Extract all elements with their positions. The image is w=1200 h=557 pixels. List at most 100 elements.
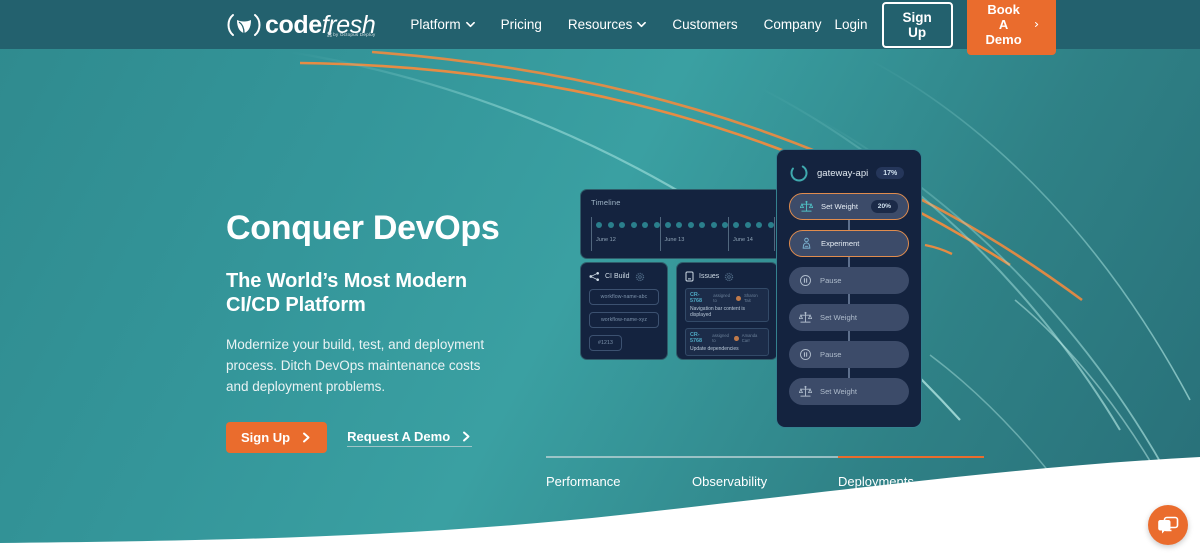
nav-item-customers[interactable]: Customers [659, 17, 750, 32]
logo-byline-text: by Octopus Deploy [333, 31, 376, 37]
gear-icon[interactable] [635, 272, 645, 282]
deployment-flow-panel[interactable]: gateway-api 17% Set Weight 20% Experimen… [776, 149, 922, 428]
timeline-segment: June 14 [728, 217, 774, 251]
scales-icon [799, 385, 812, 397]
issue-meta: assigned to [712, 333, 729, 343]
nav-item-resources[interactable]: Resources [555, 17, 660, 32]
nav-item-pricing[interactable]: Pricing [488, 17, 555, 32]
flow-step-pause-2[interactable]: Pause [789, 341, 909, 368]
codefresh-leaf-icon [226, 12, 262, 38]
flow-connector [848, 368, 850, 378]
flow-step-label: Experiment [821, 239, 860, 248]
timeline-dot [607, 222, 614, 228]
issue-header: CR-5768 assigned to Sharon Tait [690, 292, 764, 304]
workflow-chip[interactable]: workflow-name-xyz [589, 312, 659, 328]
timeline-track: June 12 June 13 June 14 June 1 [591, 217, 799, 251]
issue-text: Navigation bar content is displayed [690, 306, 746, 318]
login-link[interactable]: Login [834, 17, 867, 32]
ci-build-title: CI Build [605, 273, 630, 280]
chat-widget-button[interactable] [1148, 505, 1188, 545]
timeline-dot [596, 222, 602, 228]
ci-build-header: CI Build [589, 271, 659, 282]
flow-header: gateway-api 17% [789, 163, 909, 183]
octopus-icon [327, 31, 332, 37]
flow-step-label: Pause [820, 350, 842, 359]
issue-card[interactable]: CR-5768 assigned to Amanda Carr Update d… [685, 328, 769, 356]
flow-connector [848, 331, 850, 341]
ci-build-panel[interactable]: CI Build workflow-name-abc workflow-name… [580, 262, 668, 360]
hero-description: Modernize your build, test, and deployme… [226, 337, 485, 395]
timeline-date: June 13 [664, 237, 685, 243]
issues-panel[interactable]: Issues CR-5768 assigned to Sharon Tait N… [676, 262, 778, 360]
nav-item-platform[interactable]: Platform [397, 17, 487, 32]
issue-card[interactable]: CR-5768 assigned to Sharon Tait Navigati… [685, 288, 769, 322]
experiment-icon [802, 237, 811, 249]
gear-icon[interactable] [724, 272, 734, 282]
hero-subtitle-line2: CI/CD Platform [226, 294, 366, 317]
timeline-dot [710, 222, 717, 228]
pause-icon [800, 275, 811, 286]
timeline-dot [676, 222, 682, 228]
scales-icon [800, 200, 813, 212]
issues-header: Issues [685, 271, 769, 282]
timeline-date: June 14 [733, 237, 753, 243]
timeline-dot [744, 222, 751, 228]
issue-text: Update dependencies [690, 346, 739, 352]
chevron-down-icon [637, 21, 647, 28]
flow-step-set-weight-1[interactable]: Set Weight 20% [789, 193, 909, 220]
hero-subtitle: The World’s Most Modern CI/CD Platform [226, 269, 526, 319]
issue-id: CR-5768 [690, 332, 702, 344]
flow-step-label: Pause [820, 276, 842, 285]
hero-subtitle-line1: The World’s Most Modern [226, 269, 468, 292]
chevron-right-icon [1035, 22, 1039, 27]
bottom-wave-divider [0, 457, 1200, 557]
timeline-label: Timeline [591, 198, 621, 207]
nav-links: Platform Pricing Resources Customers Com… [397, 17, 834, 32]
issue-meta: assigned to [713, 293, 731, 303]
timeline-dot [619, 222, 625, 228]
timeline-date: June 12 [596, 237, 616, 243]
avatar [736, 295, 742, 301]
book-demo-label: Book A Demo [985, 2, 1022, 47]
issue-assignee: Sharon Tait [744, 293, 758, 303]
codefresh-logo[interactable]: codefresh by Octopus Deploy [226, 10, 376, 39]
flow-step-label: Set Weight [821, 202, 859, 211]
nav-item-company[interactable]: Company [751, 17, 835, 32]
nav-item-resources-label: Resources [567, 17, 633, 32]
flow-progress-badge: 17% [876, 167, 905, 179]
flow-step-pause-1[interactable]: Pause [789, 267, 909, 294]
flow-connector [848, 257, 850, 267]
flow-step-set-weight-3[interactable]: Set Weight [789, 378, 909, 405]
nav-item-customers-label: Customers [672, 17, 738, 32]
flow-step-label: Set Weight [820, 387, 858, 396]
workflow-chip[interactable]: workflow-name-abc [589, 289, 659, 305]
issues-title: Issues [699, 273, 720, 280]
share-nodes-icon [589, 272, 599, 281]
timeline-dot [733, 222, 739, 228]
flow-step-set-weight-2[interactable]: Set Weight [789, 304, 909, 331]
book-demo-button[interactable]: Book A Demo [966, 0, 1056, 55]
avatar [734, 335, 739, 341]
flow-title: gateway-api [817, 167, 869, 179]
timeline-dot [642, 222, 648, 228]
timeline-dot [699, 222, 705, 228]
logo-text-bold: code [265, 10, 322, 39]
nav-item-company-label: Company [763, 17, 822, 32]
nav-actions: Login Sign Up Book A Demo [834, 0, 1056, 55]
timeline-segment: June 13 [659, 217, 728, 251]
timeline-segment: June 12 [591, 217, 660, 251]
flow-step-label: Set Weight [820, 313, 858, 322]
progress-spinner-icon [790, 164, 808, 182]
nav-item-platform-label: Platform [410, 17, 461, 32]
build-number-chip[interactable]: #1213 [589, 335, 622, 351]
timeline-dots [596, 217, 660, 228]
top-navigation-bar: codefresh by Octopus Deploy Platform Pri… [0, 0, 1200, 55]
issue-id: CR-5768 [690, 292, 702, 304]
signup-button-nav[interactable]: Sign Up [881, 1, 953, 48]
flow-step-experiment[interactable]: Experiment [789, 230, 909, 257]
ticket-icon [685, 271, 694, 282]
timeline-dots [733, 217, 774, 228]
timeline-dot [687, 222, 694, 228]
timeline-dot [664, 222, 671, 228]
timeline-dot [756, 222, 762, 228]
